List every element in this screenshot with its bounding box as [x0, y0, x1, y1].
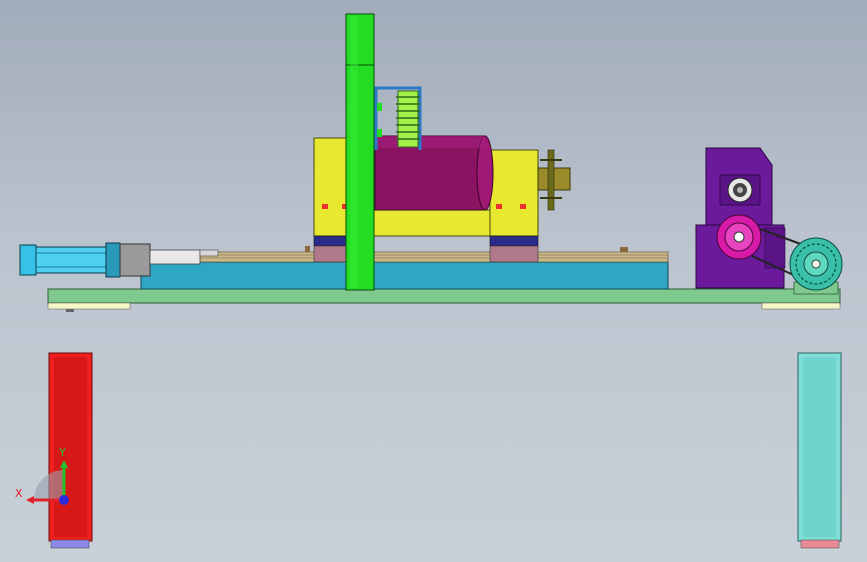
left-leg[interactable]: [48, 352, 93, 549]
right-leg[interactable]: [797, 352, 842, 549]
drum-roller[interactable]: [374, 135, 494, 211]
shaft-handwheel[interactable]: [537, 149, 571, 211]
triad-x-label: X: [15, 487, 23, 500]
base-plate[interactable]: [47, 288, 841, 312]
vertical-column[interactable]: [345, 13, 375, 291]
coordinate-triad: X Y: [15, 446, 69, 505]
electric-motor[interactable]: [789, 237, 843, 295]
triad-y-label: Y: [58, 446, 66, 459]
cad-viewport[interactable]: X Y: [0, 0, 867, 562]
drive-pulley[interactable]: [716, 214, 762, 260]
slide-table[interactable]: [140, 246, 669, 290]
assembly-drawing[interactable]: X Y: [0, 0, 867, 562]
